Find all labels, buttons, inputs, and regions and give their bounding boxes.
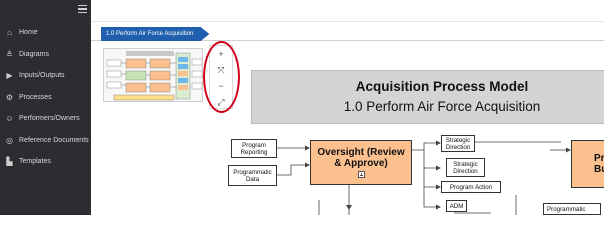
box-label: Strategic Direction <box>445 136 471 151</box>
inputs-outputs-icon: ▶ <box>6 71 13 81</box>
processes-icon: ⚙ <box>5 92 14 102</box>
reference-documents-icon: ◎ <box>6 135 13 145</box>
sidebar-item-processes[interactable]: ⚙ Processes <box>0 87 91 109</box>
sidebar-item-label: Performers/Owners <box>19 115 80 123</box>
input-programmatic[interactable]: Programmatic <box>543 203 601 215</box>
sidebar-item-label: Home <box>19 29 38 37</box>
box-label: Program Action <box>449 183 493 191</box>
sidebar-item-inputs-outputs[interactable]: ▶ Inputs/Outputs <box>0 65 91 87</box>
diagram-subtitle: 1.0 Perform Air Force Acquisition <box>343 99 541 114</box>
expand-icon[interactable]: ⤢ <box>210 94 232 110</box>
home-icon: ⌂ <box>7 28 12 38</box>
diagram-minimap[interactable] <box>103 48 203 102</box>
process-oversight[interactable]: Oversight (Review & Approve) <box>310 140 412 185</box>
fit-to-screen-icon[interactable]: ⤧ <box>210 62 232 78</box>
box-label: ADM <box>449 202 464 210</box>
sidebar-item-label: Processes <box>19 93 52 101</box>
output-strategic-direction-1[interactable]: Strategic Direction <box>441 135 475 152</box>
minimap-preview <box>106 51 202 101</box>
hamburger-menu-icon[interactable] <box>78 5 87 13</box>
sidebar-item-reference-documents[interactable]: ◎ Reference Documents <box>0 130 91 152</box>
input-programmatic-data[interactable]: Programmatic Data <box>228 165 277 186</box>
templates-icon: ▙ <box>6 157 13 167</box>
diagram-title-box: Acquisition Process Model 1.0 Perform Ai… <box>251 70 604 124</box>
zoom-controls: + ⤧ − ⤢ <box>209 45 233 109</box>
box-label: Program Reporting <box>240 141 268 156</box>
breadcrumb-bar: 1.0 Perform Air Force Acquisition <box>91 27 604 41</box>
expand-subprocess-icon[interactable] <box>357 171 365 178</box>
sidebar-item-performers-owners[interactable]: ☺ Performers/Owners <box>0 108 91 130</box>
sidebar-item-templates[interactable]: ▙ Templates <box>0 151 91 173</box>
sidebar-item-label: Templates <box>19 158 51 166</box>
breadcrumb[interactable]: 1.0 Perform Air Force Acquisition <box>101 27 210 41</box>
zoom-out-icon[interactable]: − <box>210 78 232 94</box>
process-budget-partial[interactable]: Pr Bu <box>571 140 604 188</box>
box-label: Programmatic Data <box>233 168 272 183</box>
diagrams-icon: ≙ <box>6 49 13 59</box>
sidebar: ⌂ Home ≙ Diagrams ▶ Inputs/Outputs ⚙ Pro… <box>0 0 91 215</box>
diagram-title: Acquisition Process Model <box>355 79 529 94</box>
box-label: Strategic Direction <box>453 160 478 175</box>
input-program-reporting[interactable]: Program Reporting <box>231 139 277 158</box>
process-label-line1: Pr <box>594 153 604 164</box>
sidebar-nav: ⌂ Home ≙ Diagrams ▶ Inputs/Outputs ⚙ Pro… <box>0 22 91 173</box>
process-label-line1: Oversight (Review <box>317 147 405 158</box>
top-bar <box>91 0 604 22</box>
zoom-in-icon[interactable]: + <box>210 46 232 62</box>
output-strategic-direction-2[interactable]: Strategic Direction <box>446 158 485 177</box>
performers-icon: ☺ <box>5 114 14 124</box>
box-label: Programmatic <box>547 205 586 213</box>
sidebar-item-home[interactable]: ⌂ Home <box>0 22 91 44</box>
sidebar-item-diagrams[interactable]: ≙ Diagrams <box>0 44 91 66</box>
sidebar-item-label: Diagrams <box>19 50 49 58</box>
process-label-line2: & Approve) <box>334 158 388 169</box>
output-program-action[interactable]: Program Action <box>441 181 501 193</box>
sidebar-item-label: Inputs/Outputs <box>19 72 65 80</box>
output-adm[interactable]: ADM <box>446 200 467 212</box>
process-label-line2: Bu <box>594 164 604 175</box>
sidebar-item-label: Reference Documents <box>19 136 89 144</box>
main-content: 1.0 Perform Air Force Acquisition + ⤧ − … <box>91 0 604 215</box>
